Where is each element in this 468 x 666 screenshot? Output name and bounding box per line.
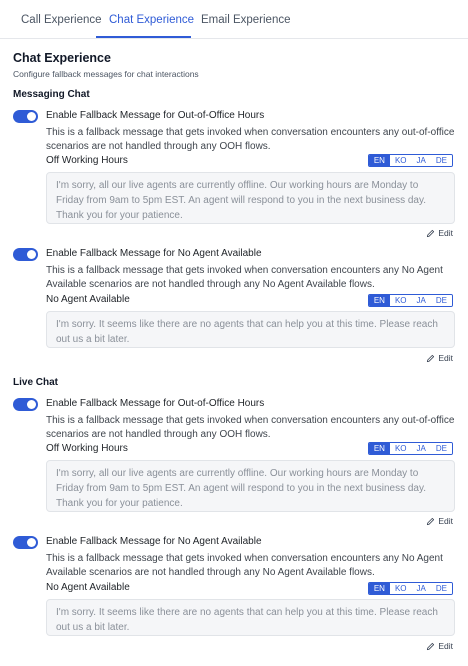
field-label: Off Working Hours <box>46 155 128 166</box>
tab-bar: Call Experience Chat Experience Email Ex… <box>0 0 468 39</box>
fallback-block-messaging-ooh: Enable Fallback Message for Out-of-Offic… <box>13 110 455 240</box>
language-selector: EN KO JA DE <box>367 442 453 455</box>
lang-de[interactable]: DE <box>430 295 452 306</box>
field-label: No Agent Available <box>46 582 130 593</box>
fallback-message-field[interactable]: I'm sorry, all our live agents are curre… <box>46 460 455 512</box>
fallback-title: Enable Fallback Message for No Agent Ava… <box>46 536 262 547</box>
lang-ko[interactable]: KO <box>389 295 412 306</box>
language-selector: EN KO JA DE <box>367 294 453 307</box>
lang-en[interactable]: EN <box>368 155 390 166</box>
active-tab-indicator <box>96 36 191 38</box>
edit-label: Edit <box>438 228 453 238</box>
pencil-icon <box>427 229 435 237</box>
fallback-message-field[interactable]: I'm sorry. It seems like there are no ag… <box>46 599 455 636</box>
pencil-icon <box>427 642 435 650</box>
fallback-description: This is a fallback message that gets inv… <box>46 553 443 578</box>
toggle-knob <box>27 538 36 547</box>
ooh-enable-toggle[interactable] <box>13 398 38 411</box>
lang-en[interactable]: EN <box>368 583 390 594</box>
edit-button[interactable]: Edit <box>426 641 453 651</box>
fallback-description: This is a fallback message that gets inv… <box>46 265 443 290</box>
toggle-knob <box>27 400 36 409</box>
page-title: Chat Experience <box>13 51 111 65</box>
fallback-message-field[interactable]: I'm sorry. It seems like there are no ag… <box>46 311 455 348</box>
no-agent-enable-toggle[interactable] <box>13 536 38 549</box>
section-title-live-chat: Live Chat <box>13 377 59 388</box>
edit-button[interactable]: Edit <box>426 516 453 526</box>
page-subtitle: Configure fallback messages for chat int… <box>13 69 199 79</box>
section-title-messaging-chat: Messaging Chat <box>13 89 90 100</box>
toggle-knob <box>27 112 36 121</box>
fallback-message-field[interactable]: I'm sorry, all our live agents are curre… <box>46 172 455 224</box>
no-agent-enable-toggle[interactable] <box>13 248 38 261</box>
toggle-knob <box>27 250 36 259</box>
fallback-block-messaging-no-agent: Enable Fallback Message for No Agent Ava… <box>13 248 455 366</box>
edit-label: Edit <box>438 641 453 651</box>
fallback-title: Enable Fallback Message for Out-of-Offic… <box>46 110 265 121</box>
lang-en[interactable]: EN <box>368 295 390 306</box>
lang-de[interactable]: DE <box>430 155 452 166</box>
lang-ko[interactable]: KO <box>389 583 412 594</box>
tab-email-experience[interactable]: Email Experience <box>201 14 290 26</box>
lang-de[interactable]: DE <box>430 443 452 454</box>
pencil-icon <box>427 517 435 525</box>
lang-ja[interactable]: JA <box>411 155 431 166</box>
ooh-enable-toggle[interactable] <box>13 110 38 123</box>
tab-chat-experience[interactable]: Chat Experience <box>109 14 194 26</box>
fallback-description: This is a fallback message that gets inv… <box>46 415 455 440</box>
field-label: Off Working Hours <box>46 443 128 454</box>
fallback-title: Enable Fallback Message for Out-of-Offic… <box>46 398 265 409</box>
language-selector: EN KO JA DE <box>367 154 453 167</box>
pencil-icon <box>427 354 435 362</box>
lang-ja[interactable]: JA <box>411 443 431 454</box>
tab-call-experience[interactable]: Call Experience <box>21 14 102 26</box>
language-selector: EN KO JA DE <box>367 582 453 595</box>
edit-button[interactable]: Edit <box>426 353 453 363</box>
fallback-block-live-ooh: Enable Fallback Message for Out-of-Offic… <box>13 398 455 528</box>
lang-ko[interactable]: KO <box>389 443 412 454</box>
lang-ko[interactable]: KO <box>389 155 412 166</box>
fallback-title: Enable Fallback Message for No Agent Ava… <box>46 248 262 259</box>
lang-de[interactable]: DE <box>430 583 452 594</box>
edit-label: Edit <box>438 353 453 363</box>
lang-en[interactable]: EN <box>368 443 390 454</box>
lang-ja[interactable]: JA <box>411 295 431 306</box>
edit-button[interactable]: Edit <box>426 228 453 238</box>
fallback-block-live-no-agent: Enable Fallback Message for No Agent Ava… <box>13 536 455 654</box>
field-label: No Agent Available <box>46 294 130 305</box>
edit-label: Edit <box>438 516 453 526</box>
fallback-description: This is a fallback message that gets inv… <box>46 127 455 152</box>
lang-ja[interactable]: JA <box>411 583 431 594</box>
